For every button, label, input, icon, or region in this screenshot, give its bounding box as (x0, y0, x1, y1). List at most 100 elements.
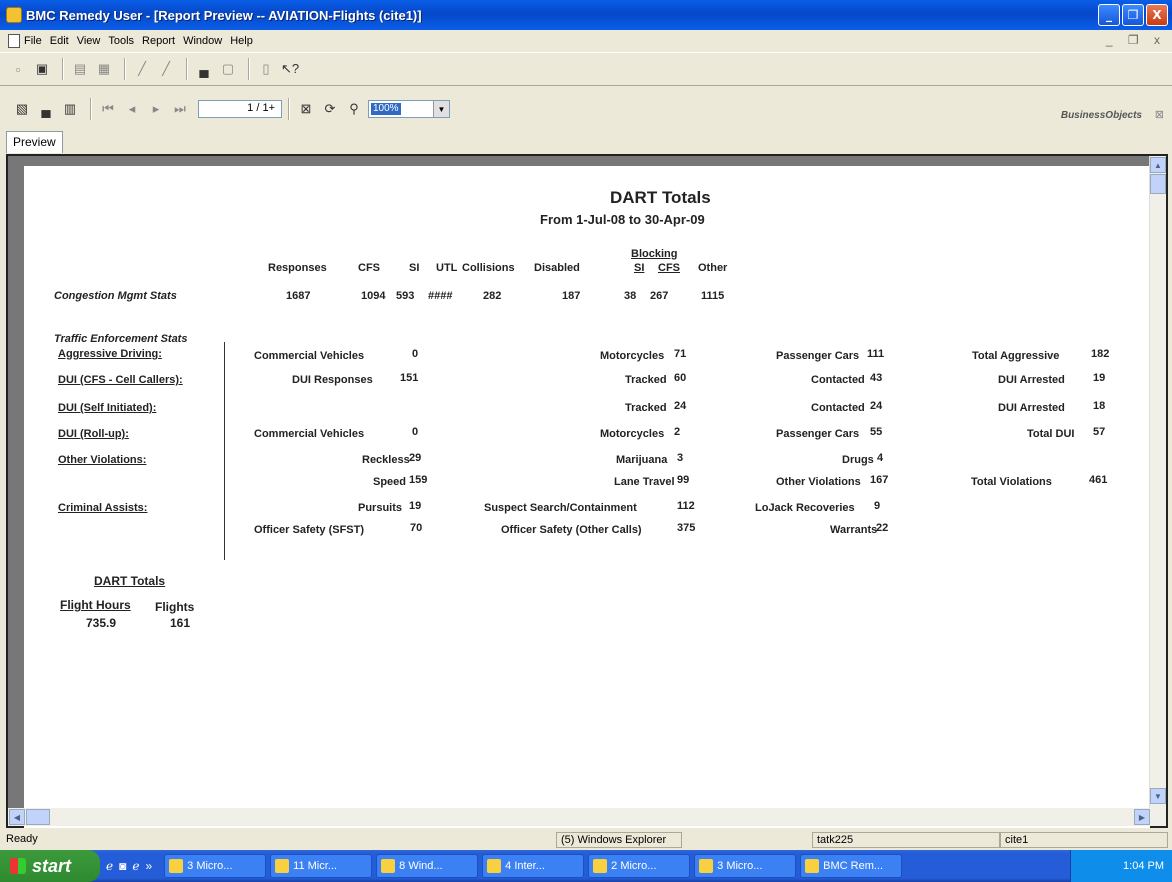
close-button[interactable]: X (1146, 4, 1168, 26)
status-database: cite1 (1000, 832, 1168, 848)
last-page-icon[interactable]: ⏭ (170, 99, 190, 119)
menu-window[interactable]: Window (183, 35, 222, 47)
taskbar-button-label: 8 Wind... (399, 860, 443, 872)
marijuana-value: 3 (677, 452, 684, 464)
menu-help[interactable]: Help (230, 35, 253, 47)
taskbar-button-word[interactable]: 11 Micr... (270, 854, 373, 878)
edit-icon[interactable]: ▦ (94, 59, 114, 79)
taskbar-button-powerpoint[interactable]: 3 Micro... (694, 854, 797, 878)
vertical-scroll-thumb[interactable] (1150, 174, 1166, 194)
group-tree-icon[interactable]: ▥ (60, 99, 80, 119)
prev-page-icon[interactable]: ◂ (122, 99, 142, 119)
outlook-icon[interactable]: ◙ (119, 859, 126, 873)
taskbar-button-label: BMC Rem... (823, 860, 884, 872)
dui-rollup-motorcycles-label: Motorcycles (600, 428, 665, 440)
page-icon[interactable]: ▯ (256, 59, 276, 79)
scroll-right-icon[interactable]: ▶ (1134, 809, 1150, 825)
lojack-label: LoJack Recoveries (755, 502, 855, 514)
document-icon[interactable] (8, 34, 20, 48)
toolbar-separator (124, 58, 126, 80)
context-help-icon[interactable]: ↖? (280, 59, 300, 79)
stop-icon[interactable]: ⊠ (296, 99, 316, 119)
refresh-icon[interactable]: ⟳ (320, 99, 340, 119)
officer-safety-sfst-value: 70 (410, 522, 423, 534)
menu-edit[interactable]: Edit (50, 35, 69, 47)
aggressive-total-value: 182 (1091, 348, 1110, 360)
horizontal-scroll-thumb[interactable] (26, 809, 50, 825)
minimize-button[interactable]: _ (1098, 4, 1120, 26)
zoom-select[interactable]: 100% ▼ (368, 100, 450, 118)
scroll-up-icon[interactable]: ▲ (1150, 157, 1166, 173)
dui-cfs-arrested-value: 19 (1093, 372, 1106, 384)
ie-icon[interactable]: ℯ (106, 859, 113, 873)
menu-bar: File Edit View Tools Report Window Help … (0, 30, 1172, 52)
status-ready: Ready (6, 833, 38, 845)
total-violations-value: 461 (1089, 474, 1108, 486)
print-preview-icon[interactable]: ▢ (218, 59, 238, 79)
new-icon[interactable]: ▫ (8, 59, 28, 79)
section-divider (224, 342, 225, 560)
report-subtitle: From 1-Jul-08 to 30-Apr-09 (540, 212, 705, 227)
start-button[interactable]: start (0, 850, 100, 882)
print-report-icon[interactable]: ▄ (36, 99, 56, 119)
pencil-icon[interactable]: ╱ (132, 59, 152, 79)
report-viewer: DART Totals From 1-Jul-08 to 30-Apr-09 B… (6, 154, 1168, 828)
lojack-value: 9 (874, 500, 881, 512)
flight-hours-value: 735.9 (86, 616, 117, 630)
status-bar: Ready (5) Windows Explorer tatk225 cite1 (0, 830, 1172, 850)
dui-rollup-total-value: 57 (1093, 426, 1106, 438)
scroll-left-icon[interactable]: ◀ (9, 809, 25, 825)
remedy-window: BMC Remedy User - [Report Preview -- AVI… (0, 0, 1172, 882)
congestion-disabled: 187 (562, 290, 581, 302)
erase-icon[interactable]: ╱ (156, 59, 176, 79)
ie-icon (487, 859, 502, 873)
remedy-app-icon (6, 7, 22, 23)
close-viewer-icon[interactable]: ⊠ (1155, 108, 1164, 121)
toolbar-separator (248, 58, 250, 80)
pursuits-value: 19 (409, 500, 422, 512)
dui-self-tracked-label: Tracked (625, 402, 667, 414)
first-page-icon[interactable]: ⏮ (98, 99, 118, 119)
taskbar-button-excel[interactable]: 3 Micro... (164, 854, 267, 878)
aggressive-commercial-label: Commercial Vehicles (254, 350, 365, 362)
search-icon[interactable]: ⚲ (344, 99, 364, 119)
dui-self-contacted-label: Contacted (811, 402, 865, 414)
horizontal-scrollbar[interactable]: ◀ ▶ (8, 808, 1151, 826)
congestion-blocking-cfs: 267 (650, 290, 669, 302)
browser-icon[interactable]: ℯ (132, 859, 139, 873)
export-icon[interactable]: ▧ (12, 99, 32, 119)
chevron-down-icon[interactable]: ▼ (433, 101, 449, 117)
aggressive-driving-label: Aggressive Driving: (58, 348, 162, 360)
menu-tools[interactable]: Tools (108, 35, 134, 47)
taskbar-button-remedy[interactable]: BMC Rem... (800, 854, 903, 878)
maximize-button[interactable]: ❐ (1122, 4, 1144, 26)
vertical-scrollbar[interactable]: ▲ ▼ (1149, 156, 1166, 826)
dui-self-label: DUI (Self Initiated): (58, 402, 157, 414)
page-number-field[interactable]: 1 / 1+ (198, 100, 282, 118)
chevron-right-icon[interactable]: » (145, 859, 152, 873)
taskbar-button-outlook[interactable]: 2 Micro... (588, 854, 691, 878)
congestion-si: 593 (396, 290, 415, 302)
start-label: start (32, 855, 72, 876)
toolbar-separator (62, 58, 64, 80)
menu-file[interactable]: File (24, 35, 42, 47)
mdi-window-controls[interactable]: _ ❐ x (1106, 33, 1166, 47)
scroll-down-icon[interactable]: ▼ (1150, 788, 1166, 804)
print-icon[interactable]: ▄ (194, 59, 214, 79)
taskbar-button-ie[interactable]: 4 Inter... (482, 854, 585, 878)
clock[interactable]: 1:04 PM (1123, 860, 1164, 872)
tab-preview[interactable]: Preview (6, 131, 63, 153)
report-title: DART Totals (610, 188, 711, 207)
pursuits-label: Pursuits (358, 502, 403, 514)
next-page-icon[interactable]: ▸ (146, 99, 166, 119)
taskbar-button-explorer[interactable]: 8 Wind... (376, 854, 479, 878)
form-icon[interactable]: ▣ (32, 59, 52, 79)
list-icon[interactable]: ▤ (70, 59, 90, 79)
menu-view[interactable]: View (77, 35, 101, 47)
suspect-search-label: Suspect Search/Containment (484, 502, 637, 514)
dui-responses-value: 151 (400, 372, 419, 384)
menu-report[interactable]: Report (142, 35, 175, 47)
windows-logo-icon (10, 858, 26, 874)
congestion-responses: 1687 (286, 290, 311, 302)
dui-rollup-motorcycles-value: 2 (674, 426, 681, 438)
